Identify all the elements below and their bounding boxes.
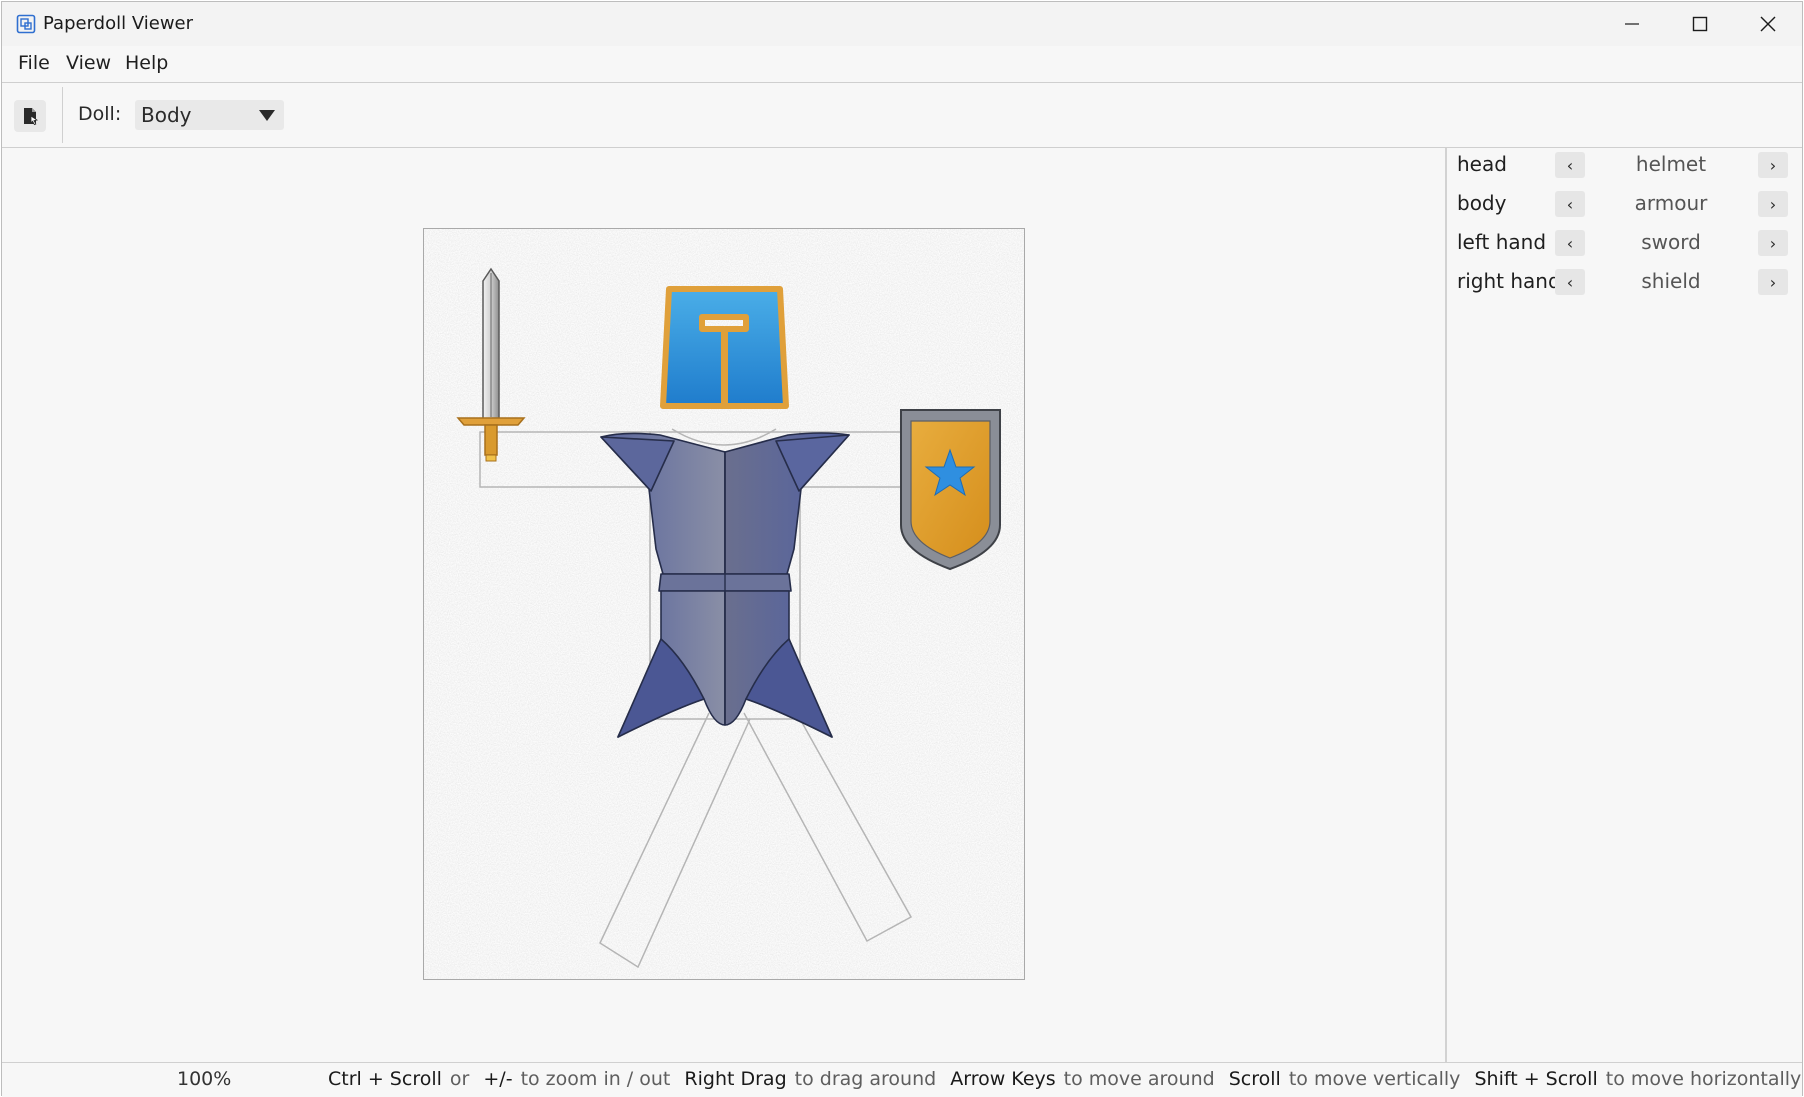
- hint-key: +/-: [483, 1068, 513, 1090]
- hint-desc: to drag around: [794, 1068, 937, 1090]
- menu-view[interactable]: View: [64, 52, 113, 74]
- hint-key: Shift + Scroll: [1474, 1068, 1598, 1090]
- maximize-icon: [1692, 16, 1708, 32]
- doll-select[interactable]: Body: [135, 100, 284, 130]
- hint-desc: to move horizontally: [1605, 1068, 1802, 1090]
- hint-desc: to move vertically: [1288, 1068, 1461, 1090]
- open-file-button[interactable]: [14, 100, 46, 132]
- status-bar: 100% Ctrl + Scroll or +/- to zoom in / out…: [2, 1062, 1802, 1097]
- paperdoll-drawing: [424, 229, 1024, 979]
- chevron-right-icon: ›: [1769, 155, 1777, 175]
- toolbar: Doll: Body: [2, 83, 1802, 148]
- hint-key: Right Drag: [684, 1068, 787, 1090]
- doll-label: Doll:: [78, 103, 122, 125]
- next-item-button[interactable]: ›: [1758, 269, 1788, 295]
- chevron-left-icon: ‹: [1566, 155, 1574, 175]
- hint-key: Ctrl + Scroll: [328, 1068, 442, 1090]
- chevron-right-icon: ›: [1769, 233, 1777, 253]
- chevron-left-icon: ‹: [1566, 194, 1574, 214]
- dropdown-caret-icon: [259, 110, 275, 121]
- prev-item-button[interactable]: ‹: [1555, 269, 1585, 295]
- title-bar[interactable]: Paperdoll Viewer: [2, 2, 1802, 46]
- control-hints: Ctrl + Scroll or +/- to zoom in / out Righ…: [328, 1068, 1804, 1090]
- zoom-level: 100%: [177, 1068, 232, 1090]
- slot-label: right hand: [1457, 269, 1561, 293]
- chevron-left-icon: ‹: [1566, 272, 1574, 292]
- window-title: Paperdoll Viewer: [43, 13, 194, 34]
- next-item-button[interactable]: ›: [1758, 152, 1788, 178]
- helmet-shape: [660, 286, 789, 409]
- hint-key: Arrow Keys: [950, 1068, 1056, 1090]
- minimize-icon: [1625, 23, 1639, 25]
- slot-row-body: body ‹ armour ›: [1447, 187, 1802, 221]
- prev-item-button[interactable]: ‹: [1555, 191, 1585, 217]
- slot-value: armour: [1634, 191, 1708, 215]
- app-icon: [16, 14, 36, 34]
- next-item-button[interactable]: ›: [1758, 191, 1788, 217]
- next-item-button[interactable]: ›: [1758, 230, 1788, 256]
- slot-label: body: [1457, 191, 1507, 215]
- app-window: Paperdoll Viewer File View Help Doll: Bo…: [1, 1, 1803, 1097]
- chevron-right-icon: ›: [1769, 194, 1777, 214]
- hint-desc: to zoom in / out: [520, 1068, 671, 1090]
- slot-row-right-hand: right hand ‹ shield ›: [1447, 265, 1802, 299]
- slot-value: sword: [1641, 230, 1701, 254]
- slot-row-head: head ‹ helmet ›: [1447, 148, 1802, 182]
- prev-item-button[interactable]: ‹: [1555, 152, 1585, 178]
- slot-value: helmet: [1635, 152, 1707, 176]
- menu-file[interactable]: File: [16, 52, 52, 74]
- doll-canvas[interactable]: [423, 228, 1025, 980]
- doll-viewport[interactable]: [2, 148, 1445, 1062]
- slot-label: head: [1457, 152, 1507, 176]
- menu-bar: File View Help: [2, 46, 1802, 83]
- minimize-button[interactable]: [1598, 2, 1666, 46]
- shield-shape: [900, 409, 1001, 571]
- slot-row-left-hand: left hand ‹ sword ›: [1447, 226, 1802, 260]
- open-file-icon: [24, 108, 39, 126]
- chevron-left-icon: ‹: [1566, 233, 1574, 253]
- toolbar-separator: [62, 87, 63, 143]
- slot-value: shield: [1641, 269, 1701, 293]
- hint-desc: to move around: [1063, 1068, 1215, 1090]
- maximize-button[interactable]: [1666, 2, 1734, 46]
- prev-item-button[interactable]: ‹: [1555, 230, 1585, 256]
- close-button[interactable]: [1734, 2, 1802, 46]
- close-icon: [1760, 16, 1776, 32]
- chevron-right-icon: ›: [1769, 272, 1777, 292]
- equipment-panel: head ‹ helmet › body ‹ armour › left han…: [1447, 148, 1802, 1062]
- slot-label: left hand: [1457, 230, 1547, 254]
- hint-desc: or: [449, 1068, 470, 1090]
- doll-select-value: Body: [141, 103, 192, 127]
- menu-help[interactable]: Help: [123, 52, 170, 74]
- hint-key: Scroll: [1228, 1068, 1281, 1090]
